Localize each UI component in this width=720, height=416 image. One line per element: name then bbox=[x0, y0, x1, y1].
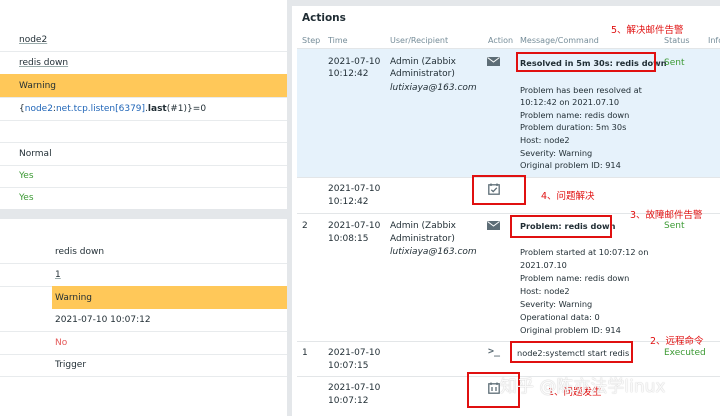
col-step: Step bbox=[302, 36, 321, 45]
row3-step: 2 bbox=[302, 221, 308, 231]
expr-arg: (#1) bbox=[166, 103, 188, 114]
highlight-box-problem bbox=[510, 215, 612, 238]
row3-date: 2021-07-10 bbox=[328, 221, 381, 231]
annotation-3: 3、故障邮件告警 bbox=[630, 210, 703, 221]
col-time: Time bbox=[328, 36, 348, 45]
row2-time: 10:12:42 bbox=[328, 197, 369, 207]
highlight-box-resolved-icon bbox=[472, 175, 526, 205]
row3-body-0: Problem started at 10:07:12 on bbox=[520, 247, 649, 257]
source-row: Trigger bbox=[0, 354, 287, 377]
row1-body-1: 10:12:42 on 2021.07.10 bbox=[520, 97, 620, 107]
row4-step: 1 bbox=[302, 348, 308, 358]
highlight-box-command bbox=[510, 341, 633, 363]
row5-time: 10:07:12 bbox=[328, 396, 369, 406]
watermark: 知乎 @陈亦法学linux bbox=[500, 377, 666, 397]
row1-email: lutixiaya@163.com bbox=[390, 83, 477, 93]
event-time: 2021-07-10 10:07:12 bbox=[55, 315, 151, 325]
blank-row bbox=[0, 120, 287, 143]
terminal-icon: >_ bbox=[488, 346, 501, 357]
row3-body-6: Original problem ID: 914 bbox=[520, 325, 621, 335]
host-link[interactable]: node2 bbox=[19, 35, 47, 45]
yes-row-2: Yes bbox=[0, 187, 287, 209]
col-info: Info bbox=[708, 36, 720, 45]
expr-host: node2 bbox=[24, 103, 53, 114]
name-row: redis down bbox=[0, 241, 287, 264]
row1-body-3: Problem duration: 5m 30s bbox=[520, 122, 627, 132]
row1-body-6: Original problem ID: 914 bbox=[520, 160, 621, 170]
col-message: Message/Command bbox=[520, 36, 599, 45]
row3-body-1: 2021.07.10 bbox=[520, 260, 567, 270]
row1-date: 2021-07-10 bbox=[328, 57, 381, 67]
col-action: Action bbox=[488, 36, 514, 45]
row1-body-4: Host: node2 bbox=[520, 135, 570, 145]
time-row: 2021-07-10 10:07:12 bbox=[0, 309, 287, 332]
annotation-2: 2、远程命令 bbox=[650, 336, 704, 347]
event-count-link[interactable]: 1 bbox=[55, 270, 61, 280]
row1-body-0: Problem has been resolved at bbox=[520, 85, 642, 95]
yes-value-1: Yes bbox=[19, 171, 34, 181]
severity-value: Warning bbox=[19, 80, 57, 91]
col-status: Status bbox=[664, 36, 690, 45]
row3-time: 10:08:15 bbox=[328, 234, 369, 244]
row2-date: 2021-07-10 bbox=[328, 184, 381, 194]
ack-row: No bbox=[0, 331, 287, 355]
row3-body-2: Problem name: redis down bbox=[520, 273, 630, 283]
row1-status: Sent bbox=[664, 58, 685, 68]
row3-email: lutixiaya@163.com bbox=[390, 247, 477, 257]
row1-body-2: Problem name: redis down bbox=[520, 110, 630, 120]
event-severity: Warning bbox=[55, 292, 93, 303]
row3-body-4: Severity: Warning bbox=[520, 299, 593, 309]
row3-user1: Admin (Zabbix bbox=[390, 221, 456, 231]
status-normal: Normal bbox=[19, 148, 52, 159]
actions-title: Actions bbox=[302, 12, 346, 24]
ack-value: No bbox=[55, 337, 68, 348]
expr-func: last bbox=[147, 103, 167, 114]
problem-link[interactable]: redis down bbox=[19, 58, 68, 68]
row4-date: 2021-07-10 bbox=[328, 348, 381, 358]
host-row: node2 bbox=[0, 29, 287, 52]
normal-row: Normal bbox=[0, 142, 287, 166]
row3-body-5: Operational data: 0 bbox=[520, 312, 600, 322]
event-name: redis down bbox=[55, 247, 105, 257]
envelope-icon-2 bbox=[487, 221, 500, 233]
yes-row-1: Yes bbox=[0, 165, 287, 188]
expr-key[interactable]: net.tcp.listen[6379] bbox=[56, 104, 145, 114]
expression-row: {node2:net.tcp.listen[6379].last(#1)}=0 bbox=[0, 97, 287, 121]
annotation-4: 4、问题解决 bbox=[541, 191, 595, 202]
row4-time: 10:07:15 bbox=[328, 361, 369, 371]
highlight-box-resolved bbox=[516, 52, 656, 72]
row1-user1: Admin (Zabbix bbox=[390, 57, 456, 67]
event-details-panel: node2 redis down Warning {node2:net.tcp.… bbox=[0, 0, 287, 209]
yes-value-2: Yes bbox=[19, 193, 34, 203]
row3-status: Sent bbox=[664, 221, 685, 231]
row4-status: Executed bbox=[664, 348, 706, 358]
row5-date: 2021-07-10 bbox=[328, 383, 381, 393]
severity-row: Warning bbox=[0, 74, 287, 98]
source-value: Trigger bbox=[55, 360, 87, 370]
row1-body-5: Severity: Warning bbox=[520, 148, 593, 158]
row3-user2: Administrator) bbox=[390, 234, 455, 244]
envelope-icon bbox=[487, 57, 500, 69]
col-user: User/Recipient bbox=[390, 36, 449, 45]
row1-time: 10:12:42 bbox=[328, 69, 369, 79]
annotation-5: 5、解决邮件告警 bbox=[611, 25, 684, 36]
problem-row: redis down bbox=[0, 51, 287, 75]
row3-body-3: Host: node2 bbox=[520, 286, 570, 296]
count-row: 1 bbox=[0, 263, 287, 287]
event-summary-panel: redis down 1 Warning 2021-07-10 10:07:12… bbox=[0, 219, 287, 416]
expr-rest: }=0 bbox=[187, 103, 207, 114]
trigger-expression: {node2:net.tcp.listen[6379].last(#1)}=0 bbox=[19, 104, 206, 114]
row1-user2: Administrator) bbox=[390, 69, 455, 79]
severity-row-2: Warning bbox=[0, 286, 287, 309]
